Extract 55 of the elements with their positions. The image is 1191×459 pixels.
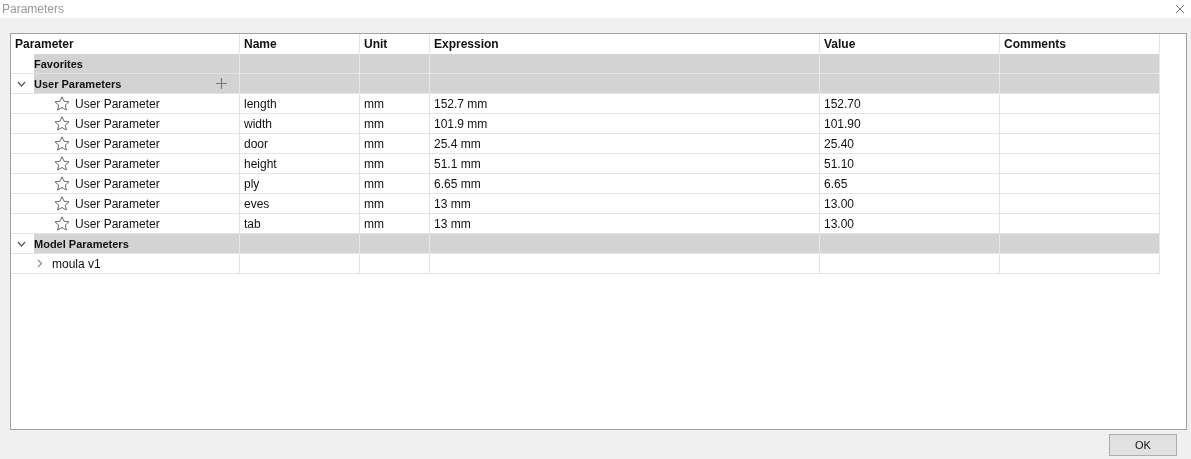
star-icon[interactable] <box>54 96 70 111</box>
table-cell: mm <box>364 196 384 211</box>
close-icon[interactable] <box>1175 4 1185 14</box>
table-cell: door <box>244 136 269 151</box>
table-cell: 6.65 <box>824 176 848 191</box>
table-cell: 25.40 <box>824 136 855 151</box>
table-cell: mm <box>364 96 384 111</box>
window-title: Parameters <box>2 2 65 16</box>
table-cell <box>360 254 430 274</box>
table-cell: mm <box>364 136 384 151</box>
table-cell: length <box>244 96 277 111</box>
table-cell: User Parameter <box>75 156 160 171</box>
table-cell: tab <box>244 216 261 231</box>
group-label[interactable]: Model Parameters <box>34 237 129 250</box>
table-cell: 152.70 <box>824 96 861 111</box>
table-cell: 51.10 <box>824 156 855 171</box>
table-cell: 51.1 mm <box>434 156 481 171</box>
table-cell: ply <box>244 176 260 191</box>
star-icon[interactable] <box>54 216 70 231</box>
table-cell: 13.00 <box>824 216 855 231</box>
star-icon[interactable] <box>54 156 70 171</box>
tree-item[interactable]: moula v1 <box>52 256 101 271</box>
table-cell: width <box>244 116 272 131</box>
chevron-icon[interactable] <box>17 80 26 87</box>
table-cell: 6.65 mm <box>434 176 481 191</box>
table-cell: 13 mm <box>434 196 471 211</box>
star-icon[interactable] <box>54 196 70 211</box>
table-cell: 25.4 mm <box>434 136 481 151</box>
table-cell: 101.9 mm <box>434 116 488 131</box>
chevron-icon[interactable] <box>35 259 44 268</box>
chevron-icon[interactable] <box>17 240 26 247</box>
table-cell: User Parameter <box>75 96 160 111</box>
table-cell: 152.7 mm <box>434 96 488 111</box>
group-label[interactable]: User Parameters <box>34 77 122 90</box>
table-cell: eves <box>244 196 270 211</box>
table-cell: User Parameter <box>75 136 160 151</box>
table-cell: User Parameter <box>75 216 160 231</box>
star-icon[interactable] <box>54 176 70 191</box>
table-cell: mm <box>364 116 384 131</box>
table-cell: User Parameter <box>75 176 160 191</box>
table-cell <box>360 54 430 74</box>
add-icon[interactable] <box>216 78 227 89</box>
star-icon[interactable] <box>54 136 70 151</box>
table-cell: 101.90 <box>824 116 861 131</box>
table-cell: mm <box>364 176 384 191</box>
ok-button[interactable]: OK <box>1109 433 1177 456</box>
table-cell: mm <box>364 156 384 171</box>
table-cell: User Parameter <box>75 196 160 211</box>
table-cell: 13 mm <box>434 216 471 231</box>
group-label[interactable]: Favorites <box>34 57 83 70</box>
table-cell: 13.00 <box>824 196 855 211</box>
star-icon[interactable] <box>54 116 70 131</box>
table-cell: User Parameter <box>75 116 160 131</box>
table-cell: height <box>244 156 277 171</box>
table-cell: mm <box>364 216 384 231</box>
